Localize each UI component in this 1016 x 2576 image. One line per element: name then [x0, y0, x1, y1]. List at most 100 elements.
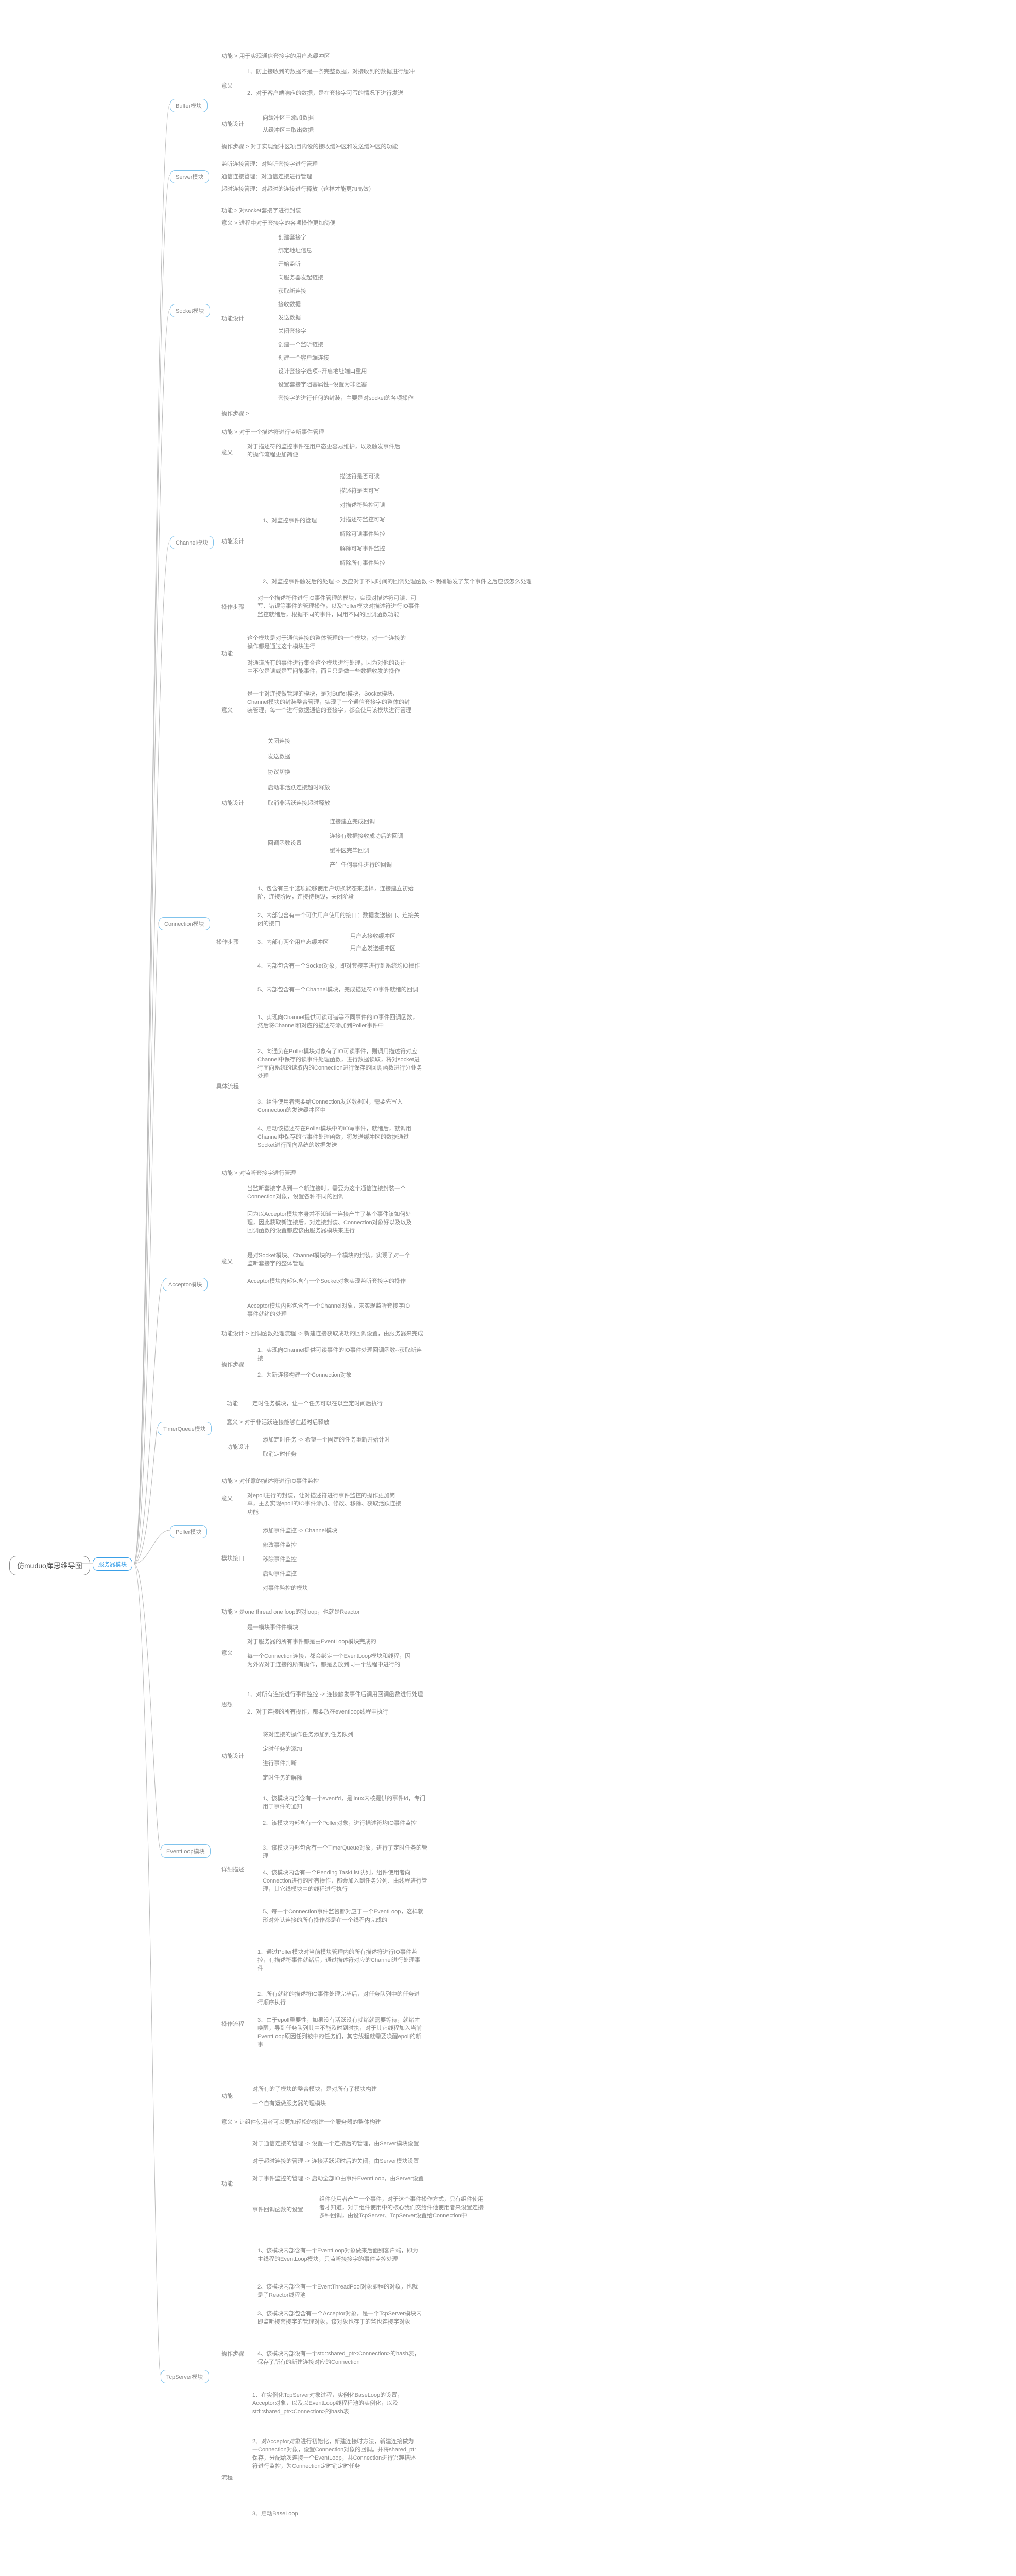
socket-des-1: 绑定地址信息 — [278, 246, 312, 255]
tcp-flow1: 1、在实例化TcpServer对象过程，实例化BaseLoop的设置，Accep… — [252, 2391, 417, 2415]
el-th1: 1、对所有连接进行事件监控 -> 连接触发事件后调用回调函数进行处理 — [247, 1690, 423, 1698]
el-det4: 4、该模块内含有一个Pending TaskList队列，组件使用者向Conne… — [263, 1868, 427, 1893]
acc-sig3: 是对Socket模块、Channel模块的一个模块的封装，实现了对一个监听套接字… — [247, 1251, 412, 1267]
conn-des-4: 取消非活跃连接超时释放 — [268, 799, 330, 807]
socket-des-11: 设置套接字阻塞属性--设置为非阻塞 — [278, 380, 367, 388]
socket-des-end: 套接字的进行任何的封装，主要是对socket的各项操作 — [278, 394, 414, 402]
buffer-des2: 从缓冲区中取出数据 — [263, 126, 314, 134]
timer-des2: 取消定时任务 — [263, 1450, 297, 1458]
conn-des-5: 回调函数设置 — [268, 839, 302, 847]
tcp-flow2: 2、对Acceptor对象进行初始化，新建连接时方法，新建连接做为一Connec… — [252, 2437, 417, 2470]
tcp-fn: 功能 — [221, 2092, 233, 2100]
conn-des-1: 发送数据 — [268, 752, 290, 760]
acc-sig5: Acceptor模块内部包含有一个Channel对象，来实现监听套接字IO事件就… — [247, 1301, 412, 1318]
timerqueue-module[interactable]: TimerQueue模块 — [158, 1422, 212, 1435]
el-det2: 2、该模块内部含有一个Poller对象，进行描述符均IO事件监控 — [263, 1819, 417, 1827]
el-des4: 定时任务的解除 — [263, 1773, 302, 1782]
buffer-sig2: 2、对于客户端响应的数据，是在套接字可写的情况下进行发送 — [247, 89, 403, 97]
buffer-module[interactable]: Buffer模块 — [170, 99, 208, 112]
conn-op4: 4、内部包含有一个Socket对象，即对套接字进行到系统均IO操作 — [257, 961, 420, 970]
channel-fn: 功能 > 对于一个描述符进行监听事件管理 — [221, 428, 324, 436]
el-des2: 定时任务的添加 — [263, 1744, 302, 1753]
acc-op2: 2、为新连接构建一个Connection对象 — [257, 1370, 352, 1379]
el-des: 功能设计 — [221, 1752, 244, 1760]
tcp-op: 操作步骤 — [221, 2349, 244, 2358]
acceptor-module[interactable]: Acceptor模块 — [163, 1278, 208, 1291]
conn-cb-3: 产生任何事件进行的回调 — [330, 860, 392, 869]
poller-fn: 功能 > 对任意的描述符进行IO事件监控 — [221, 1477, 319, 1485]
conn-op5: 5、内部包含有一个Channel模块，完成描述符IO事件就绪的回调 — [257, 985, 418, 993]
channel-des1-3: 对描述符监控可写 — [340, 515, 385, 523]
socket-module[interactable]: Socket模块 — [170, 304, 210, 317]
acc-sig1: 当监听套接字收到一个新连接时，需要为这个通信连接封装一个Connection对象… — [247, 1184, 412, 1200]
channel-des1-6: 解除所有事件监控 — [340, 558, 385, 567]
el-th: 思想 — [221, 1700, 233, 1708]
el-des1: 将对连接的操作任务添加到任务队列 — [263, 1730, 353, 1738]
el-des3: 进行事件判断 — [263, 1759, 297, 1767]
el-op3: 3、由于epoll重要性，如果没有活跃没有就绪就需要等待，就绪才唤醒，导到任务队… — [257, 2015, 422, 2048]
el-op2: 2、所有就绪的描述符IO事件处理完毕后，对任务队列中的任务进行顺序执行 — [257, 1990, 422, 2006]
tcp-ev1: 组件使用者产生一个事件，对于这个事件操作方式，只有组件使用者才知道，对于组件使用… — [319, 2195, 484, 2219]
tcp-flow: 流程 — [221, 2473, 233, 2481]
conn-des-2: 协议切换 — [268, 768, 290, 776]
tcp-op1: 1、该模块内部含有一个EventLoop对象做来后面别客户端，即为主线程的Eve… — [257, 2246, 422, 2263]
conn-flow2: 2、向通负在Poller模块对象有了IO可读事件，则调用描述符对应Channel… — [257, 1047, 422, 1080]
conn-flow: 具体流程 — [216, 1082, 239, 1090]
conn-op1: 1、包含有三个选项能够使用户切换状态来选择，连接建立初始阶，连接阶段，连接待销毁… — [257, 884, 422, 901]
socket-fn: 功能 > 对socket套接字进行封装 — [221, 206, 301, 214]
el-op1: 1、通过Poller模块对当前模块管理内的所有描述符进行IO事件监控，有描述符事… — [257, 1947, 422, 1972]
el-det1: 1、该模块内部含有一个eventfd，是linux内核提供的事件fd，专门用于事… — [263, 1794, 427, 1810]
socket-des-6: 发送数据 — [278, 313, 301, 321]
buffer-op: 操作步骤 > 对于实现缓冲区项目内设的接收缓冲区和发送缓冲区的功能 — [221, 142, 398, 150]
conn-fn1: 这个模块是对于通信连接的整体管理的一个模块，对一个连接的操作都是通过这个模块进行 — [247, 634, 407, 650]
tcp-sig: 意义 > 让组件使用者可以更加轻松的搭建一个服务器的整体构建 — [221, 2117, 381, 2126]
acc-des: 功能设计 > 回调函数处理流程 -> 新建连接获取成功的回调设置，由服务器来完成 — [221, 1329, 423, 1337]
acc-sig: 意义 — [221, 1257, 233, 1265]
socket-des-9: 创建一个客户端连接 — [278, 353, 329, 362]
tcp-fn1: 对所有的子模块的整合模块，是对所有子模块构建 — [252, 2084, 377, 2093]
el-sig2: 对于服务器的所有事件都是由EventLoop模块完成的 — [247, 1637, 376, 1646]
socket-des-2: 开始监听 — [278, 260, 301, 268]
conn-des-3: 启动非活跃连接超时释放 — [268, 783, 330, 791]
conn-op3: 3、内部有两个用户态缓冲区 — [257, 938, 329, 946]
poller-if4: 启动事件监控 — [263, 1569, 297, 1578]
conn-des: 功能设计 — [221, 799, 244, 807]
tcp-gn3: 对于事件监控的管理 -> 启动全部IO由事件EventLoop，由Server设… — [252, 2174, 424, 2182]
tcp-flow3: 3、启动BaseLoop — [252, 2509, 298, 2517]
channel-module[interactable]: Channel模块 — [170, 536, 214, 549]
server-l3: 超时连接管理：对超时的连接进行释放（这样才能更加高效） — [221, 184, 374, 193]
conn-cb-2: 缓冲区完毕回调 — [330, 846, 369, 854]
group-server-modules[interactable]: 服务器模块 — [93, 1557, 132, 1571]
buffer-sig1: 1、防止接收到的数据不是一条完整数据，对接收到的数据进行缓冲 — [247, 67, 415, 75]
acc-op: 操作步骤 — [221, 1360, 244, 1368]
channel-des1-2: 对描述符监控可读 — [340, 501, 385, 509]
acc-sig2: 因为以Acceptor模块本身并不知道一连接产生了某个事件该如何处理，因此获取新… — [247, 1210, 412, 1234]
conn-cb-0: 连接建立完成回调 — [330, 817, 375, 825]
conn-fn2: 对通道所有的事件进行集合这个模块进行处理，因为对他的设计中不仅是读或是写问能事件… — [247, 658, 407, 675]
eventloop-module[interactable]: EventLoop模块 — [161, 1844, 211, 1858]
timer-sig: 意义 > 对于非活跃连接能够在超时后释放 — [227, 1418, 330, 1426]
el-fn: 功能 > 是one thread one loop的对loop，也就是React… — [221, 1607, 360, 1616]
channel-des1-5: 解除可写事件监控 — [340, 544, 385, 552]
channel-des1-0: 描述符是否可读 — [340, 472, 380, 480]
conn-flow4: 4、启动该描述符在Poller模块中的IO写事件，就绪后，就调用Channel中… — [257, 1124, 422, 1149]
poller-if5: 对事件监控的模块 — [263, 1584, 308, 1592]
channel-des2: 2、对监控事件触发后的处理 -> 反应对于不同时间的回调处理函数 -> 明确触发… — [263, 577, 532, 585]
conn-op3b: 用户态发送缓冲区 — [350, 944, 395, 952]
el-det5: 5、每一个Connection事件监督都对应于一个EventLoop，这样就形对… — [263, 1907, 427, 1924]
poller-if3: 移除事件监控 — [263, 1555, 297, 1563]
buffer-fn: 功能 > 用于实现通信套接字的用户态缓冲区 — [221, 52, 330, 60]
server-l2: 通信连接管理：对通信连接进行管理 — [221, 172, 312, 180]
channel-sig: 意义 — [221, 448, 233, 456]
socket-des-10: 设计套接字选项--开启地址端口重用 — [278, 367, 367, 375]
buffer-des: 功能设计 — [221, 120, 244, 128]
root-node: 仿muduo库思维导图 — [9, 1556, 90, 1575]
server-module[interactable]: Server模块 — [170, 170, 209, 183]
el-th2: 2、对于连接的所有操作，都要放在eventloop线程中执行 — [247, 1707, 388, 1716]
tcpserver-module[interactable]: TcpServer模块 — [161, 2370, 209, 2383]
connection-module[interactable]: Connection模块 — [159, 917, 210, 930]
el-det3: 3、该模块内部包含有一个TimerQueue对象，进行了定时任务的管理 — [263, 1843, 427, 1860]
socket-des-4: 获取新连接 — [278, 286, 306, 295]
poller-module[interactable]: Poller模块 — [170, 1525, 207, 1538]
conn-op: 操作步骤 — [216, 938, 239, 946]
